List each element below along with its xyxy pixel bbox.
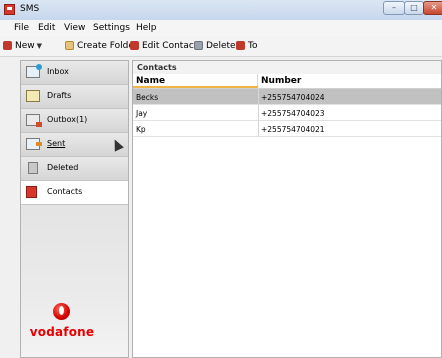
contact-name: Jay <box>136 109 148 118</box>
column-header-number[interactable]: Number <box>258 74 441 89</box>
edit-contact-label: Edit Contact <box>142 41 198 51</box>
column-divider <box>258 105 259 121</box>
create-folder-button[interactable]: Create Folder <box>65 40 138 52</box>
edit-contact-icon <box>130 41 139 50</box>
vodafone-speechmark-icon <box>53 303 70 320</box>
table-row[interactable]: Becks +255754704024 <box>133 89 441 105</box>
to-label: To <box>248 41 258 51</box>
delete-label: Delete <box>206 41 236 51</box>
create-folder-label: Create Folder <box>77 41 138 51</box>
contact-name: Becks <box>136 93 159 102</box>
title-bar: SMS – □ ✕ <box>0 0 442 21</box>
table-row[interactable]: Kp +255754704021 <box>133 121 441 137</box>
outbox-icon <box>26 114 42 127</box>
column-divider <box>258 121 259 137</box>
inbox-icon <box>26 64 42 78</box>
drafts-icon <box>26 90 40 102</box>
close-button[interactable]: ✕ <box>423 1 442 15</box>
new-label: New <box>15 41 35 51</box>
sms-app-icon <box>4 4 15 15</box>
menu-view[interactable]: View <box>64 23 85 33</box>
menu-help[interactable]: Help <box>136 23 157 33</box>
contact-name: Kp <box>136 125 146 134</box>
sidebar-item-label: Deleted <box>47 163 79 172</box>
sent-icon <box>26 138 42 150</box>
delete-button[interactable]: Delete <box>194 40 236 52</box>
new-message-icon <box>3 41 12 50</box>
new-button[interactable]: New ▼ <box>3 40 44 52</box>
logo-text: vodafone <box>29 325 95 339</box>
contact-number: +255754704021 <box>261 125 325 134</box>
minimize-button[interactable]: – <box>383 1 405 15</box>
sidebar-item-drafts[interactable]: Drafts <box>21 85 128 109</box>
contacts-header: Contacts <box>133 61 441 74</box>
sidebar-item-deleted[interactable]: Deleted <box>21 157 128 181</box>
to-button[interactable]: To <box>236 40 257 52</box>
chevron-down-icon[interactable]: ▼ <box>37 42 42 50</box>
sidebar-item-inbox[interactable]: Inbox <box>21 61 128 85</box>
sidebar-item-contacts[interactable]: Contacts <box>21 181 128 205</box>
menu-settings[interactable]: Settings <box>93 23 130 33</box>
edit-contact-button[interactable]: Edit Contact <box>130 40 197 52</box>
menu-bar: File Edit View Settings Help <box>0 20 442 36</box>
maximize-button[interactable]: □ <box>404 1 424 15</box>
menu-file[interactable]: File <box>14 23 29 33</box>
contacts-panel: Contacts Name Number Becks +255754704024… <box>132 60 442 358</box>
table-row[interactable]: Jay +255754704023 <box>133 105 441 121</box>
window-title: SMS <box>20 4 40 14</box>
vodafone-logo: vodafone <box>22 303 102 343</box>
column-divider <box>258 89 259 105</box>
sidebar-item-label: Sent <box>47 139 66 148</box>
contacts-icon <box>26 186 37 198</box>
sidebar-item-label: Inbox <box>47 67 69 76</box>
contact-number: +255754704024 <box>261 93 325 102</box>
sort-indicator <box>133 86 258 88</box>
sidebar-item-label: Outbox(1) <box>47 115 88 124</box>
contact-number: +255754704023 <box>261 109 325 118</box>
folder-icon <box>65 41 74 50</box>
contacts-title: Contacts <box>137 63 177 72</box>
toolbar: New ▼ Create Folder Edit Contact Delete T… <box>0 36 442 57</box>
sidebar-item-label: Drafts <box>47 91 72 100</box>
trash-icon <box>194 41 203 50</box>
sidebar-item-label: Contacts <box>47 187 83 196</box>
sidebar-item-outbox[interactable]: Outbox(1) <box>21 109 128 133</box>
menu-edit[interactable]: Edit <box>38 23 55 33</box>
contact-icon <box>236 41 245 50</box>
column-header-name[interactable]: Name <box>133 74 258 89</box>
column-header-label: Number <box>261 76 302 86</box>
column-header-label: Name <box>136 76 166 86</box>
trash-icon <box>28 162 38 174</box>
